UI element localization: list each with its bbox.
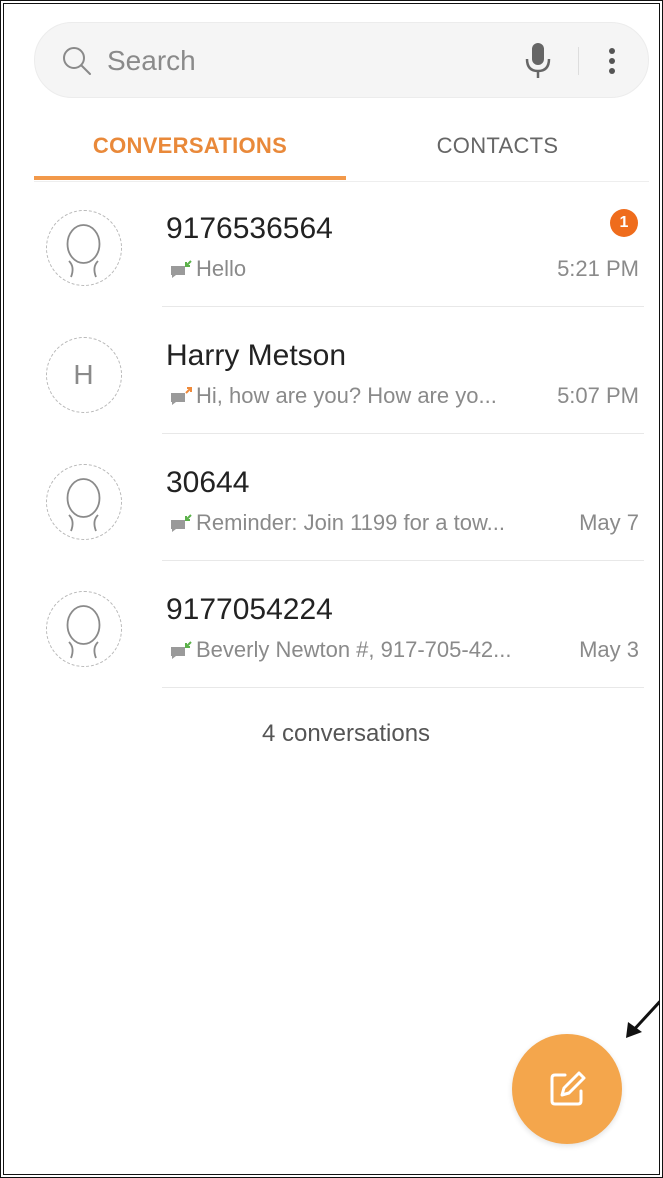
arrow-icon xyxy=(626,1000,659,1038)
timestamp: 5:07 PM xyxy=(557,383,639,408)
timestamp: May 7 xyxy=(579,510,639,535)
search-icon xyxy=(63,47,91,75)
compose-icon xyxy=(550,1071,586,1106)
tab-conversations[interactable]: CONVERSATIONS xyxy=(34,110,346,182)
avatar[interactable]: H xyxy=(46,337,122,413)
person-icon xyxy=(66,478,101,532)
active-tab-indicator xyxy=(34,176,346,180)
avatar-initial: H xyxy=(73,359,94,390)
message-preview-text: Beverly Newton #, 917-705-42... xyxy=(196,637,512,662)
avatar[interactable] xyxy=(46,591,122,667)
message-preview-text: Hi, how are you? How are yo... xyxy=(196,383,497,408)
more-vert-icon[interactable] xyxy=(605,41,619,81)
message-incoming-icon xyxy=(171,641,192,659)
message-incoming-icon xyxy=(171,260,192,278)
contact-name: Harry Metson xyxy=(166,339,347,372)
conversation-row[interactable]: 30644 Reminder: Join 1199 for a tow... M… xyxy=(4,436,659,563)
message-preview: Beverly Newton #, 917-705-42... xyxy=(170,637,530,663)
compose-button[interactable] xyxy=(512,1034,622,1144)
conversation-row[interactable]: H Harry Metson Hi, how are you? How are … xyxy=(4,309,659,436)
person-icon xyxy=(66,605,101,659)
avatar[interactable] xyxy=(46,210,122,286)
tab-contacts[interactable]: CONTACTS xyxy=(346,110,649,182)
row-divider xyxy=(162,687,644,688)
conversation-count: 4 conversations xyxy=(261,720,431,747)
person-icon xyxy=(66,224,101,278)
avatar[interactable] xyxy=(46,464,122,540)
conversation-row[interactable]: 9177054224 Beverly Newton #, 917-705-42.… xyxy=(4,563,659,690)
message-preview: Hello xyxy=(170,256,530,282)
message-preview: Hi, how are you? How are yo... xyxy=(170,383,530,409)
search-bar[interactable]: Search xyxy=(34,22,649,98)
tab-bar: CONVERSATIONS CONTACTS xyxy=(34,110,649,182)
message-outgoing-icon xyxy=(171,387,192,405)
contact-name: 9177054224 xyxy=(166,593,333,626)
timestamp: 5:21 PM xyxy=(557,256,639,281)
row-divider xyxy=(162,433,644,434)
row-divider xyxy=(162,560,644,561)
timestamp: May 3 xyxy=(579,637,639,662)
message-preview-text: Reminder: Join 1199 for a tow... xyxy=(196,510,505,535)
contact-name: 9176536564 xyxy=(166,212,333,245)
search-input[interactable]: Search xyxy=(107,45,196,77)
message-preview: Reminder: Join 1199 for a tow... xyxy=(170,510,530,536)
row-divider xyxy=(162,306,644,307)
mic-icon[interactable] xyxy=(523,41,553,81)
search-separator xyxy=(578,47,579,75)
app-screen: Search CONVERSATIONS CONTACTS 9176536564… xyxy=(0,0,663,1178)
message-preview-text: Hello xyxy=(196,256,247,281)
contact-name: 30644 xyxy=(166,466,250,499)
message-incoming-icon xyxy=(171,514,192,532)
unread-badge: 1 xyxy=(610,209,638,237)
conversation-row[interactable]: 9176536564 1 Hello 5:21 PM xyxy=(4,182,659,309)
